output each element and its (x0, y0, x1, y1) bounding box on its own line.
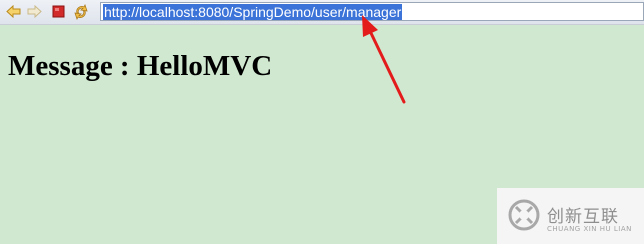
watermark: 创新互联 CHUANG XIN HU LIAN (497, 188, 644, 244)
brand-logo-icon (508, 199, 540, 231)
brand-chinese-name: 创新互联 (547, 207, 619, 227)
brand-english-name: CHUANG XIN HU LIAN (547, 225, 632, 233)
arrow-head-icon (362, 15, 378, 37)
